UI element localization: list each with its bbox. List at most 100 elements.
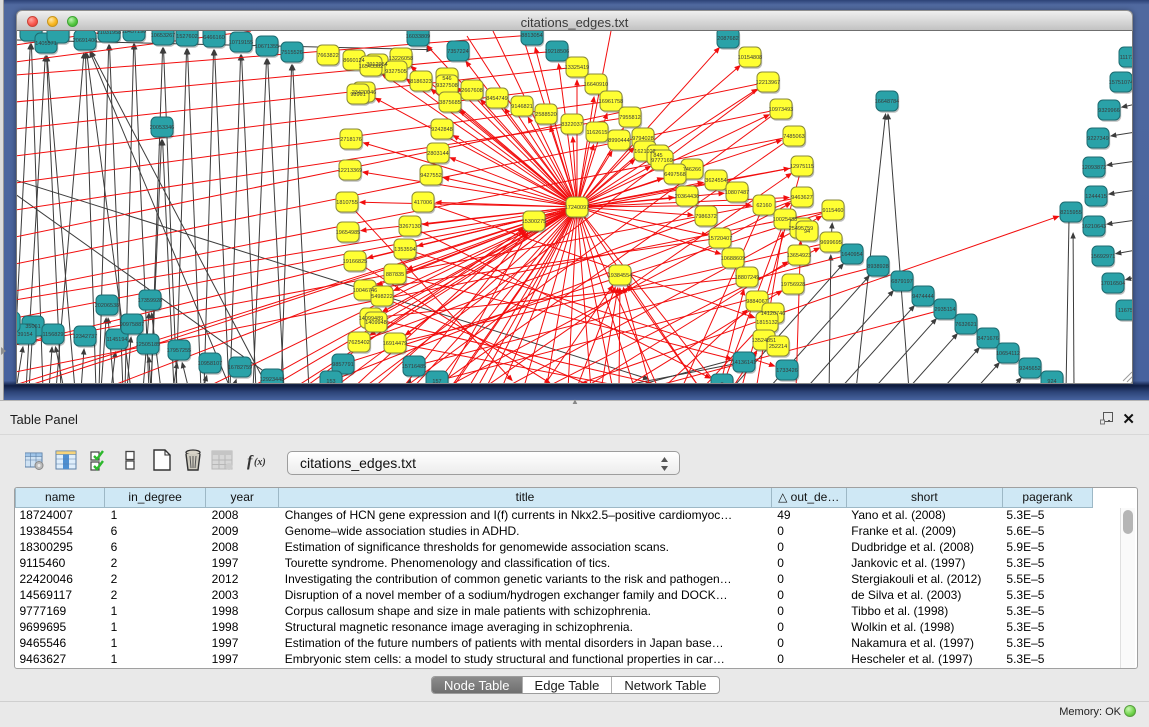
svg-text:19756928: 19756928 — [781, 282, 805, 288]
svg-text:6879197: 6879197 — [891, 279, 912, 285]
svg-text:157: 157 — [432, 379, 441, 383]
svg-text:9699695: 9699695 — [820, 240, 841, 246]
svg-text:16033809: 16033809 — [406, 34, 430, 40]
svg-text:2588520: 2588520 — [535, 112, 556, 118]
svg-text:16961758: 16961758 — [599, 99, 623, 105]
svg-text:19654985: 19654985 — [336, 230, 360, 236]
svg-text:9327508: 9327508 — [436, 83, 457, 89]
svg-text:12213967: 12213967 — [756, 80, 780, 86]
svg-text:10807487: 10807487 — [725, 190, 749, 196]
svg-text:9115460: 9115460 — [822, 208, 843, 214]
svg-text:10688609: 10688609 — [721, 256, 745, 262]
svg-text:1810755: 1810755 — [336, 200, 357, 206]
svg-text:13325419: 13325419 — [565, 65, 589, 71]
svg-text:3875685: 3875685 — [439, 100, 460, 106]
svg-text:7955812: 7955812 — [619, 115, 640, 121]
svg-text:1156829: 1156829 — [42, 332, 63, 338]
svg-text:10671355: 10671355 — [255, 44, 279, 50]
svg-text:14120746: 14120746 — [761, 311, 785, 317]
svg-text:10653267: 10653267 — [151, 33, 175, 39]
svg-text:5498222: 5498222 — [371, 294, 392, 300]
svg-text:2718176: 2718176 — [340, 137, 361, 143]
svg-text:20691406: 20691406 — [73, 38, 97, 44]
svg-text:1733426: 1733426 — [776, 368, 797, 374]
svg-text:16640910: 16640910 — [584, 82, 608, 88]
svg-text:98961: 98961 — [350, 92, 365, 98]
svg-text:9884067: 9884067 — [746, 299, 767, 305]
svg-text:8215955: 8215955 — [1060, 210, 1081, 216]
svg-text:9777169: 9777169 — [651, 158, 672, 164]
svg-text:1145194: 1145194 — [106, 337, 127, 343]
svg-text:8938928: 8938928 — [867, 264, 888, 270]
svg-text:39154: 39154 — [17, 332, 32, 338]
svg-text:20206538: 20206538 — [95, 303, 119, 309]
svg-text:9329966: 9329966 — [1098, 108, 1119, 114]
svg-text:2667608: 2667608 — [461, 88, 482, 94]
svg-text:17016504: 17016504 — [1101, 281, 1125, 287]
svg-text:15692971: 15692971 — [1091, 254, 1115, 260]
svg-text:7663822: 7663822 — [317, 53, 338, 59]
svg-text:19166825: 19166825 — [343, 259, 367, 265]
svg-text:1409948: 1409948 — [365, 320, 386, 326]
svg-text:16543382: 16543382 — [359, 64, 383, 70]
svg-text:17359928: 17359928 — [138, 298, 162, 304]
svg-text:9794028: 9794028 — [632, 136, 653, 142]
svg-text:20053346: 20053346 — [150, 125, 174, 131]
svg-text:1640954: 1640954 — [841, 252, 862, 258]
svg-text:10719155: 10719155 — [229, 40, 253, 46]
svg-text:15751074: 15751074 — [1109, 80, 1133, 86]
svg-text:(x): (x) — [254, 457, 266, 468]
svg-text:35061: 35061 — [25, 324, 40, 330]
svg-text:8471676: 8471676 — [977, 336, 998, 342]
svg-text:18807249: 18807249 — [735, 275, 759, 281]
svg-text:153: 153 — [326, 379, 335, 383]
svg-text:13226058: 13226058 — [389, 56, 413, 62]
svg-text:12975115: 12975115 — [790, 164, 814, 170]
svg-text:9242848: 9242848 — [431, 127, 452, 133]
svg-text:9245652: 9245652 — [1019, 366, 1040, 372]
svg-text:90975887: 90975887 — [120, 322, 144, 328]
svg-text:9857791: 9857791 — [332, 362, 353, 368]
svg-text:10958107: 10958107 — [198, 361, 222, 367]
svg-text:13654923: 13654923 — [787, 253, 811, 259]
svg-text:546: 546 — [442, 76, 451, 82]
svg-text:2087682: 2087682 — [717, 36, 738, 42]
svg-text:7357224: 7357224 — [447, 49, 468, 55]
svg-text:18457190: 18457190 — [122, 31, 146, 35]
svg-text:7515526: 7515526 — [281, 50, 302, 56]
svg-text:7632621: 7632621 — [955, 322, 976, 328]
svg-text:8: 8 — [720, 382, 723, 383]
svg-text:9463627: 9463627 — [791, 195, 812, 201]
svg-text:887835: 887835 — [386, 272, 404, 278]
svg-text:9227349: 9227349 — [1087, 136, 1108, 142]
svg-text:10154808: 10154808 — [738, 55, 762, 61]
svg-text:1815132: 1815132 — [756, 320, 777, 326]
svg-text:8454749: 8454749 — [486, 96, 507, 102]
svg-text:17957255: 17957255 — [167, 348, 191, 354]
svg-text:19218506: 19218506 — [545, 49, 569, 55]
svg-text:16210643: 16210643 — [1082, 224, 1106, 230]
svg-text:7485063: 7485063 — [783, 134, 804, 140]
svg-text:1117304: 1117304 — [1120, 55, 1133, 61]
svg-text:17240097: 17240097 — [565, 205, 589, 211]
svg-text:8322037: 8322037 — [561, 122, 582, 128]
svg-text:10025438: 10025438 — [773, 217, 797, 223]
svg-text:2935114: 2935114 — [934, 307, 955, 313]
svg-text:19384554: 19384554 — [608, 273, 632, 279]
svg-text:3624554: 3624554 — [705, 178, 726, 184]
svg-text:8186323: 8186323 — [410, 79, 431, 85]
svg-text:1353594: 1353594 — [394, 247, 415, 253]
svg-text:16648784: 16648784 — [875, 99, 899, 105]
svg-text:f: f — [247, 453, 254, 470]
svg-text:1244415: 1244415 — [1085, 194, 1106, 200]
svg-text:1405571: 1405571 — [35, 41, 56, 47]
svg-text:20364436: 20364436 — [675, 194, 699, 200]
svg-text:116753: 116753 — [1118, 308, 1133, 314]
svg-text:9146821: 9146821 — [511, 104, 532, 110]
svg-text:1162615: 1162615 — [586, 130, 607, 136]
svg-text:62160: 62160 — [756, 203, 771, 209]
svg-text:8990444: 8990444 — [608, 138, 629, 144]
svg-text:9427552: 9427552 — [420, 173, 441, 179]
svg-text:3267130: 3267130 — [399, 224, 420, 230]
svg-text:924: 924 — [1047, 379, 1056, 383]
